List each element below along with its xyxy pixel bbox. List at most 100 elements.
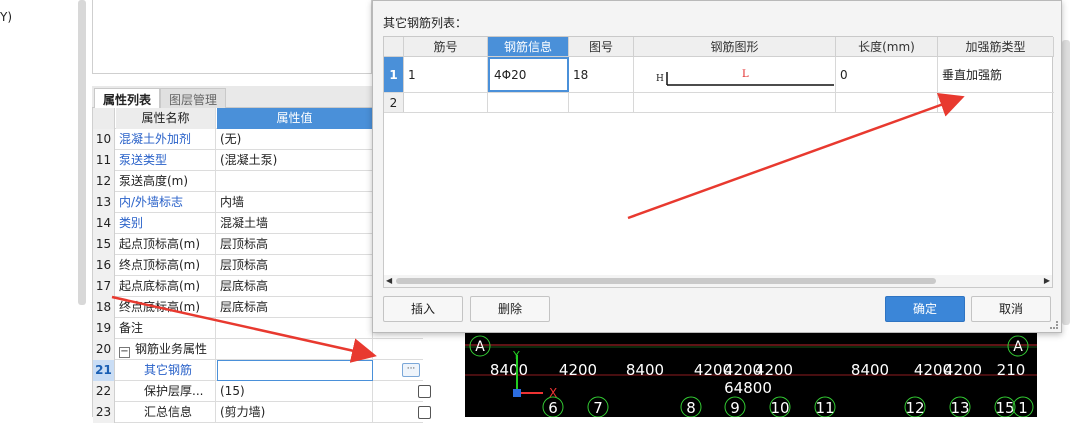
property-value[interactable]: [217, 171, 373, 192]
row-number[interactable]: 17: [93, 276, 115, 297]
col-header-figure-number[interactable]: 图号: [569, 37, 634, 57]
property-value[interactable]: [217, 360, 373, 381]
scrollbar-thumb[interactable]: [396, 278, 936, 284]
property-row[interactable]: 21 其它钢筋 ···: [93, 360, 423, 381]
property-name-text: 钢筋业务属性: [135, 342, 208, 356]
axis-label-a-left: A: [475, 339, 485, 355]
rebar-table: 筋号 钢筋信息 图号 钢筋图形 长度(mm) 加强筋类型 1 1 4Φ20 18…: [383, 36, 1054, 288]
property-name: 类别: [116, 213, 216, 234]
row-number[interactable]: 18: [93, 297, 115, 318]
ok-button[interactable]: 确定: [885, 296, 965, 322]
scroll-left-icon[interactable]: ◀: [386, 275, 392, 287]
row-number[interactable]: 11: [93, 150, 115, 171]
left-panel: Y): [0, 0, 80, 417]
cancel-button[interactable]: 取消: [971, 296, 1051, 322]
property-name: 内/外墙标志: [116, 192, 216, 213]
dimension-label: 210: [997, 361, 1026, 379]
table-row[interactable]: 1 1 4Φ20 18 H L 0 垂直加强筋: [384, 57, 1054, 93]
cell-length[interactable]: 0: [836, 57, 938, 92]
cell-reinforce-type[interactable]: 垂直加强筋: [938, 57, 1054, 92]
row-number[interactable]: 21: [93, 360, 115, 381]
left-scrollbar[interactable]: [78, 0, 86, 305]
cell-rebar-info[interactable]: 4Φ20: [488, 57, 569, 92]
col-header-rebar-info[interactable]: 钢筋信息: [488, 37, 569, 57]
resize-grip[interactable]: [1050, 321, 1058, 329]
dimension-label: 8400: [490, 361, 528, 379]
tab-attribute-list[interactable]: 属性列表: [94, 88, 161, 108]
property-value[interactable]: (混凝土泵): [217, 150, 373, 171]
col-header-bar-number[interactable]: 筋号: [404, 37, 488, 57]
property-value[interactable]: 层顶标高: [217, 255, 373, 276]
insert-button[interactable]: 插入: [383, 296, 463, 322]
cell-length[interactable]: [836, 93, 938, 112]
row-number[interactable]: 16: [93, 255, 115, 276]
property-name-text: 混凝土外加剂: [119, 132, 192, 146]
row-number[interactable]: 19: [93, 318, 115, 339]
property-value[interactable]: 混凝土墙: [217, 213, 373, 234]
row-number[interactable]: 15: [93, 234, 115, 255]
table-row[interactable]: 2: [384, 93, 1054, 113]
scroll-right-icon[interactable]: ▶: [1044, 275, 1050, 287]
property-name-text: 其它钢筋: [144, 363, 193, 377]
property-value[interactable]: 内墙: [217, 192, 373, 213]
grid-number: 10: [770, 399, 789, 417]
grid-bubbles: 6 7 8 9 10 11 12 13 15 1: [542, 396, 1034, 417]
dimension-labels: 8400 4200 8400 420042004200 8400 42004200 210: [490, 361, 1025, 379]
collapse-minus-icon[interactable]: −: [119, 347, 130, 358]
property-value[interactable]: [217, 339, 373, 360]
cell-rebar-info[interactable]: [488, 93, 569, 112]
row-number[interactable]: 12: [93, 171, 115, 192]
header-corner: [93, 108, 115, 129]
cell-rebar-shape[interactable]: [634, 93, 836, 112]
property-name: − 钢筋业务属性: [116, 339, 216, 360]
property-tabs: 属性列表 图层管理: [92, 86, 372, 108]
property-name: 其它钢筋: [116, 360, 216, 381]
cell-bar-number[interactable]: [404, 93, 488, 112]
row-number[interactable]: 22: [93, 381, 115, 402]
row-number[interactable]: 20: [93, 339, 115, 360]
header-property-value[interactable]: 属性值: [217, 108, 373, 129]
property-value[interactable]: 层顶标高: [217, 234, 373, 255]
property-value[interactable]: (无): [217, 129, 373, 150]
property-row[interactable]: 22 保护层厚... (15): [93, 381, 431, 402]
col-header-length[interactable]: 长度(mm): [836, 37, 938, 57]
cell-rebar-shape[interactable]: H L: [634, 57, 836, 92]
dimension-label: 4200: [559, 361, 597, 379]
property-name-text: 终点顶标高(m): [119, 258, 201, 272]
tab-layer-management[interactable]: 图层管理: [160, 88, 227, 108]
cad-view[interactable]: A A 8400 4200 8400 4200 4200 4200 8400 4200 4200…: [465, 333, 1037, 417]
property-checkbox[interactable]: [418, 385, 431, 398]
cell-figure-number[interactable]: 18: [569, 57, 634, 92]
property-row[interactable]: 23 汇总信息 (剪力墙): [93, 402, 431, 423]
property-row[interactable]: 20− 钢筋业务属性: [93, 339, 423, 360]
row-number[interactable]: 13: [93, 192, 115, 213]
property-value[interactable]: 层底标高: [217, 297, 373, 318]
shape-label-l: L: [742, 69, 749, 80]
cell-figure-number[interactable]: [569, 93, 634, 112]
property-value[interactable]: 层底标高: [217, 276, 373, 297]
property-value[interactable]: (剪力墙): [217, 402, 373, 423]
col-header-rebar-shape[interactable]: 钢筋图形: [634, 37, 836, 57]
property-name: 备注: [116, 318, 216, 339]
ellipsis-button[interactable]: ···: [402, 363, 420, 377]
row-number[interactable]: 2: [384, 93, 404, 112]
property-checkbox[interactable]: [418, 406, 431, 419]
grid-number: 8: [686, 399, 696, 417]
row-number[interactable]: 23: [93, 402, 115, 423]
col-header-reinforce-type[interactable]: 加强筋类型: [938, 37, 1054, 57]
cell-bar-number[interactable]: 1: [404, 57, 488, 92]
y-axis-label: Y: [512, 349, 520, 362]
cell-reinforce-type[interactable]: [938, 93, 1054, 112]
row-number[interactable]: 10: [93, 129, 115, 150]
delete-button[interactable]: 删除: [470, 296, 550, 322]
grid-number: 7: [593, 399, 603, 417]
property-value[interactable]: (15): [217, 381, 373, 402]
row-number[interactable]: 14: [93, 213, 115, 234]
property-name: 汇总信息: [116, 402, 216, 423]
header-property-name[interactable]: 属性名称: [116, 108, 216, 129]
row-number[interactable]: 1: [384, 57, 404, 92]
property-name: 起点底标高(m): [116, 276, 216, 297]
table-horizontal-scrollbar[interactable]: ◀ ▶: [384, 275, 1052, 287]
right-scrollbar[interactable]: [1062, 40, 1070, 325]
property-value[interactable]: [217, 318, 373, 339]
